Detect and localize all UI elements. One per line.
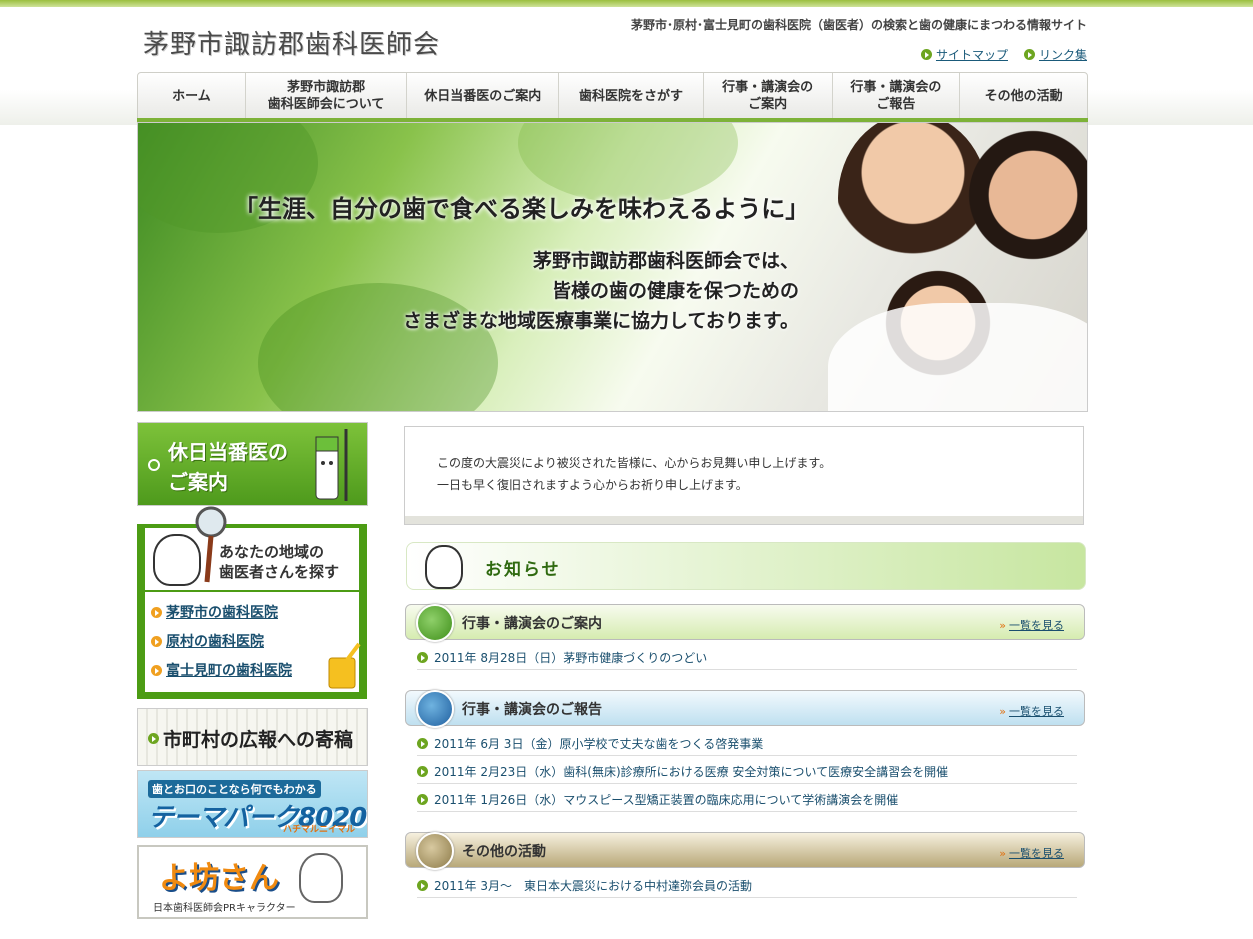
nav-other-activities[interactable]: その他の活動	[960, 73, 1087, 119]
arrow-bullet-icon	[1023, 49, 1035, 60]
hero-line: 茅野市諏訪郡歯科医師会では、	[532, 250, 799, 272]
pr-banner-label: 市町村の広報への寄稿	[163, 729, 354, 751]
section-title: 行事・講演会のご案内	[462, 616, 602, 632]
yobo-caption: 日本歯科医師会PRキャラクター	[153, 903, 296, 914]
list-item[interactable]: 2011年 8月28日（日）茅野市健康づくりのつどい	[417, 645, 1077, 670]
arrow-bullet-icon	[417, 879, 428, 891]
hero-message: 茅野市諏訪郡歯科医師会では、 皆様の歯の健康を保つための さまざまな地域医療事業…	[403, 246, 799, 336]
nav-label: ホーム	[172, 88, 211, 104]
cup-icon	[328, 642, 361, 689]
finder-link-label: 富士見町の歯科医院	[166, 663, 292, 679]
tooth-mascot-icon	[425, 545, 463, 589]
arrow-bullet-icon	[417, 651, 428, 663]
family-shirts	[828, 303, 1087, 411]
site-tagline: 茅野市･原村･富士見町の歯科医院（歯医者）の検索と歯の健康にまつわる情報サイト	[630, 18, 1087, 32]
entry-text: 2011年 3月～ 東日本大震災における中村達弥会員の活動	[434, 878, 752, 893]
entry-text: 2011年 2月23日（水）歯科(無床)診療所における医療 安全対策について医療…	[434, 764, 949, 779]
chino-clinic-link[interactable]: 茅野市の歯科医院	[151, 602, 278, 622]
nav-label: 休日当番医のご案内	[424, 88, 542, 104]
speech-bubble-icon	[416, 832, 454, 870]
other-activities-header: その他の活動 一覧を見る	[405, 832, 1085, 870]
nav-holiday-duty[interactable]: 休日当番医のご案内	[407, 73, 560, 119]
entry-text: 2011年 6月 3日（金）原小学校で丈夫な歯をつくる啓発事業	[434, 736, 764, 751]
events-report-more-link[interactable]: 一覧を見る	[999, 703, 1064, 719]
yobo-mascot-icon	[299, 853, 343, 903]
nav-find-clinic[interactable]: 歯科医院をさがす	[559, 73, 704, 119]
yobo-san-banner[interactable]: よ坊さん 日本歯科医師会PRキャラクター	[137, 845, 368, 919]
haramura-clinic-link[interactable]: 原村の歯科医院	[151, 631, 264, 651]
notice-line: 一日も早く復旧されますよう心からお祈り申し上げます。	[437, 478, 748, 492]
ring-bullet-icon	[148, 459, 160, 471]
nav-home[interactable]: ホーム	[138, 73, 246, 119]
section-title: その他の活動	[462, 844, 546, 860]
list-item[interactable]: 2011年 3月～ 東日本大震災における中村達弥会員の活動	[417, 873, 1077, 898]
site-title[interactable]: 茅野市諏訪郡歯科医師会	[143, 24, 440, 61]
nav-label: 歯科医院をさがす	[578, 88, 683, 104]
holiday-banner-label: 休日当番医の ご案内	[168, 440, 288, 494]
finder-link-label: 茅野市の歯科医院	[166, 605, 278, 621]
father-photo	[968, 123, 1087, 283]
hero-line: さまざまな地域医療事業に協力しております。	[403, 310, 799, 332]
hero-banner: 「生涯、自分の歯で食べる楽しみを味わえるように」 茅野市諏訪郡歯科医師会では、 …	[137, 122, 1088, 412]
nav-label: 行事・講演会の ご案内	[722, 80, 814, 112]
holiday-duty-banner[interactable]: 休日当番医の ご案内	[137, 422, 368, 506]
pr-contribution-banner[interactable]: 市町村の広報への寄稿	[137, 708, 368, 766]
themepark-8020-banner[interactable]: 歯とお口のことなら何でもわかる テーマパーク8020 ハチマルニイマル	[137, 770, 368, 838]
events-info-header: 行事・講演会のご案内 一覧を見る	[405, 604, 1085, 642]
top-accent-bar	[0, 0, 1253, 7]
other-activities-more-link[interactable]: 一覧を見る	[999, 845, 1064, 861]
links-page-link-label: リンク集	[1038, 48, 1087, 62]
header-links: サイトマップ リンク集	[920, 46, 1087, 63]
notice-box: この度の大震災により被災された皆様に、心からお見舞い申し上げます。 一日も早く復…	[404, 426, 1084, 525]
notice-line: この度の大震災により被災された皆様に、心からお見舞い申し上げます。	[437, 456, 832, 470]
list-item[interactable]: 2011年 2月23日（水）歯科(無床)診療所における医療 安全対策について医療…	[417, 759, 1077, 784]
nav-events-report[interactable]: 行事・講演会の ご報告	[833, 73, 961, 119]
arrow-bullet-icon	[417, 793, 428, 805]
nav-label: 茅野市諏訪郡 歯科医師会について	[267, 80, 385, 112]
news-heading-bar: お知らせ	[406, 542, 1086, 590]
finder-heading: あなたの地域の 歯医者さんを探す	[219, 543, 340, 581]
main-nav: ホーム 茅野市諏訪郡 歯科医師会について 休日当番医のご案内 歯科医院をさがす …	[137, 72, 1088, 120]
themepark-reading: ハチマルニイマル	[282, 825, 355, 835]
themepark-small-label: 歯とお口のことなら何でもわかる	[148, 780, 321, 798]
arrow-bullet-icon	[151, 664, 162, 676]
arrow-bullet-icon	[151, 606, 162, 618]
arrow-bullet-icon	[920, 49, 932, 60]
finder-link-label: 原村の歯科医院	[166, 634, 264, 650]
yobo-title: よ坊さん	[159, 861, 279, 896]
section-title: 行事・講演会のご報告	[462, 702, 602, 718]
hero-line: 皆様の歯の健康を保つための	[551, 280, 799, 302]
arrow-bullet-icon	[417, 737, 428, 749]
nav-events-info[interactable]: 行事・講演会の ご案内	[704, 73, 833, 119]
speaker-icon	[416, 604, 454, 642]
arrow-bullet-icon	[151, 635, 162, 647]
links-page-link[interactable]: リンク集	[1023, 46, 1087, 63]
events-info-more-link[interactable]: 一覧を見る	[999, 617, 1064, 633]
fujimi-clinic-link[interactable]: 富士見町の歯科医院	[151, 660, 292, 680]
pen-icon	[416, 690, 454, 728]
pr-banner-text: 市町村の広報への寄稿	[148, 725, 353, 752]
nav-label: その他の活動	[984, 88, 1063, 104]
news-heading: お知らせ	[485, 560, 561, 580]
list-item[interactable]: 2011年 1月26日（水）マウスピース型矯正装置の臨床応用について学術講演会を…	[417, 787, 1077, 812]
nav-about[interactable]: 茅野市諏訪郡 歯科医師会について	[246, 73, 408, 119]
list-item[interactable]: 2011年 6月 3日（金）原小学校で丈夫な歯をつくる啓発事業	[417, 731, 1077, 756]
entry-text: 2011年 8月28日（日）茅野市健康づくりのつどい	[434, 650, 708, 665]
entry-text: 2011年 1月26日（水）マウスピース型矯正装置の臨床応用について学術講演会を…	[434, 792, 899, 807]
toothbrush-mascot-icon	[315, 429, 348, 501]
nav-label: 行事・講演会の ご報告	[850, 80, 942, 112]
arrow-bullet-icon	[417, 765, 428, 777]
sitemap-link[interactable]: サイトマップ	[920, 46, 1008, 63]
events-report-header: 行事・講演会のご報告 一覧を見る	[405, 690, 1085, 728]
hero-headline: 「生涯、自分の歯で食べる楽しみを味わえるように」	[234, 195, 810, 223]
clinic-finder-panel: あなたの地域の 歯医者さんを探す 茅野市の歯科医院 原村の歯科医院 富士見町の歯…	[137, 506, 367, 699]
arrow-bullet-icon	[148, 733, 159, 744]
sitemap-link-label: サイトマップ	[935, 48, 1008, 62]
